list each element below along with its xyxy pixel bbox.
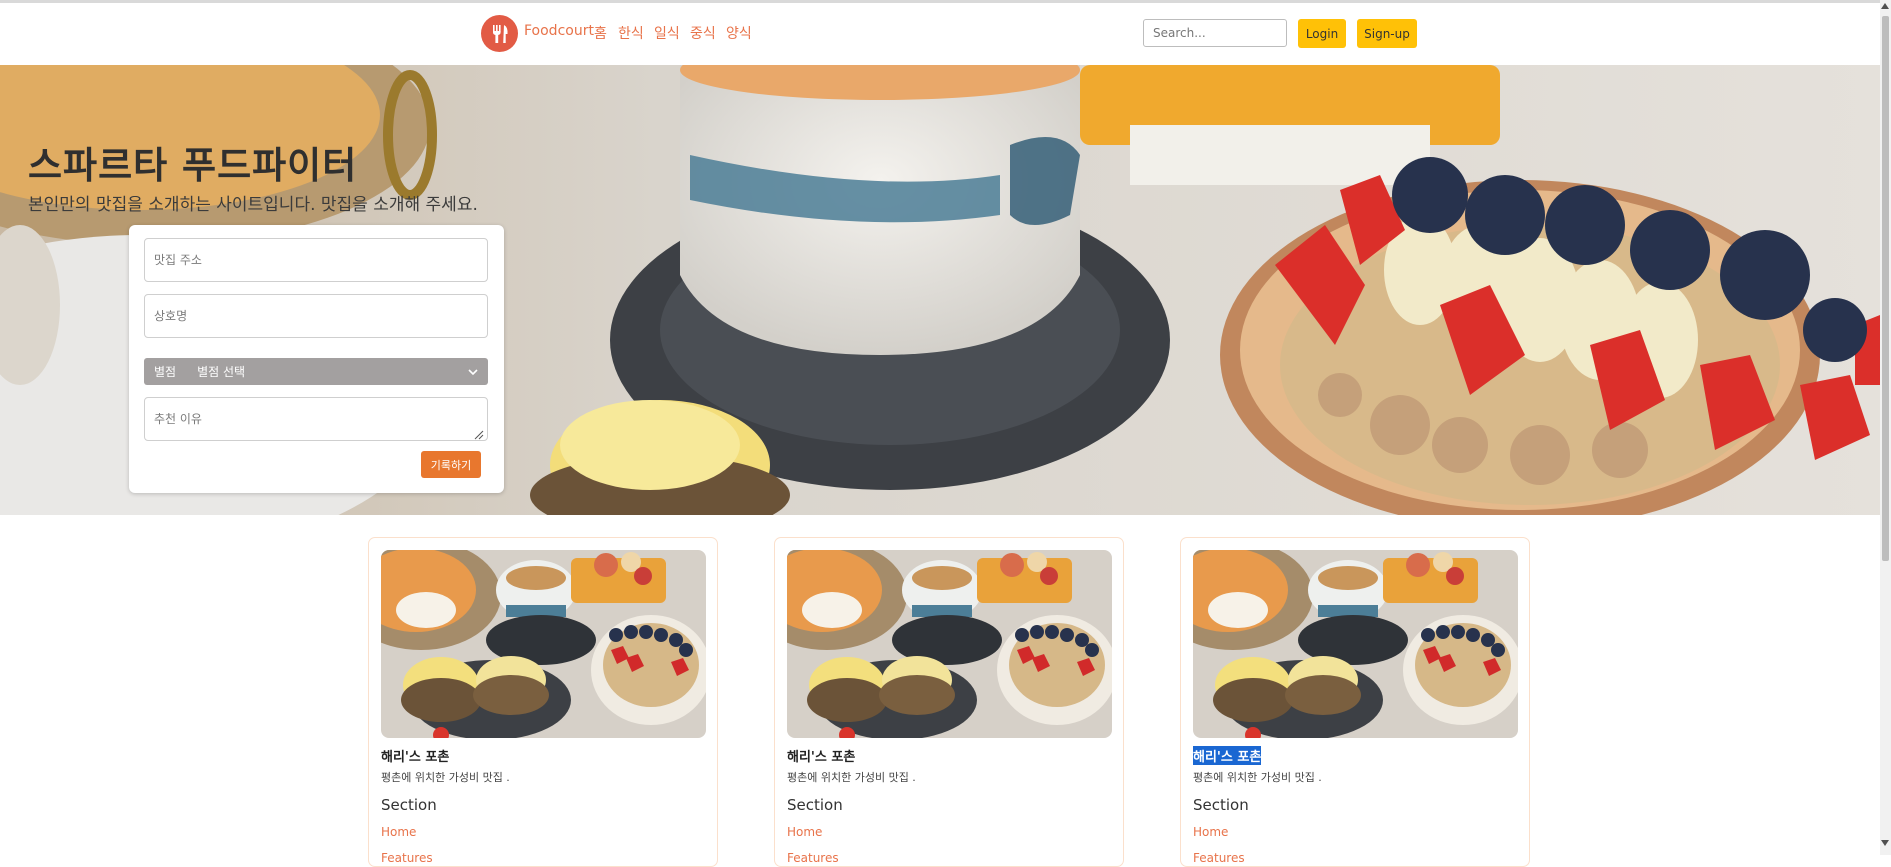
submit-button[interactable]: 기록하기 (421, 451, 481, 478)
reason-textarea[interactable] (144, 397, 488, 441)
fork-knife-icon[interactable] (481, 15, 518, 52)
rating-label: 별점 (154, 365, 177, 379)
search-input[interactable] (1143, 19, 1287, 47)
card-link-features[interactable]: Features (381, 851, 433, 865)
card-link-features[interactable]: Features (787, 851, 839, 865)
hero-banner: 스파르타 푸드파이터 본인만의 맛집을 소개하는 사이트입니다. 맛집을 소개해… (0, 65, 1880, 515)
restaurant-card: 해리'스 포촌 평촌에 위치한 가성비 맛집 . Section Home Fe… (368, 537, 718, 867)
page-title: 스파르타 푸드파이터 (28, 144, 358, 187)
rating-select[interactable]: 별점 별점 선택 (144, 358, 488, 385)
restaurant-name-input[interactable] (144, 294, 488, 338)
card-section-heading: Section (787, 796, 843, 814)
card-section-heading: Section (1193, 796, 1249, 814)
card-title: 해리'스 포촌 (787, 750, 856, 765)
card-image (381, 550, 706, 738)
chevron-down-icon (468, 365, 478, 379)
page-subtitle: 본인만의 맛집을 소개하는 사이트입니다. 맛집을 소개해 주세요. (28, 195, 478, 215)
restaurant-card: 해리'스 포촌 평촌에 위치한 가성비 맛집 . Section Home Fe… (774, 537, 1124, 867)
card-link-features[interactable]: Features (1193, 851, 1245, 865)
card-text: 평촌에 위치한 가성비 맛집 . (381, 771, 510, 784)
card-image (787, 550, 1112, 738)
card-link-home[interactable]: Home (381, 825, 416, 839)
scroll-up-arrow-icon[interactable] (1881, 3, 1889, 9)
nav-link-japanese[interactable]: 일식 (654, 23, 680, 43)
card-section-heading: Section (381, 796, 437, 814)
nav-link-korean[interactable]: 한식 (618, 23, 644, 43)
nav-link-western[interactable]: 양식 (726, 23, 752, 43)
navbar: Foodcourt 홈 한식 일식 중식 양식 Login Sign-up (0, 3, 1880, 65)
signup-button[interactable]: Sign-up (1357, 19, 1417, 48)
card-image (1193, 550, 1518, 738)
card-link-home[interactable]: Home (787, 825, 822, 839)
card-text: 평촌에 위치한 가성비 맛집 . (787, 771, 916, 784)
scrollbar-thumb[interactable] (1882, 16, 1889, 561)
card-link-home[interactable]: Home (1193, 825, 1228, 839)
scroll-down-arrow-icon[interactable] (1881, 840, 1889, 846)
card-title: 해리'스 포촌 (381, 750, 450, 765)
brand-name[interactable]: Foodcourt (524, 23, 594, 39)
nav-link-chinese[interactable]: 중식 (690, 23, 716, 43)
restaurant-card: 해리'스 포촌 평촌에 위치한 가성비 맛집 . Section Home Fe… (1180, 537, 1530, 867)
resize-grip-icon[interactable] (474, 430, 484, 440)
login-button[interactable]: Login (1298, 19, 1346, 48)
restaurant-form: 별점 별점 선택 기록하기 (129, 225, 504, 493)
nav-link-home[interactable]: 홈 (594, 23, 607, 43)
card-title-selected: 해리'스 포촌 (1193, 746, 1262, 765)
rating-value: 별점 선택 (197, 365, 246, 379)
address-input[interactable] (144, 238, 488, 282)
card-text: 평촌에 위치한 가성비 맛집 . (1193, 771, 1322, 784)
